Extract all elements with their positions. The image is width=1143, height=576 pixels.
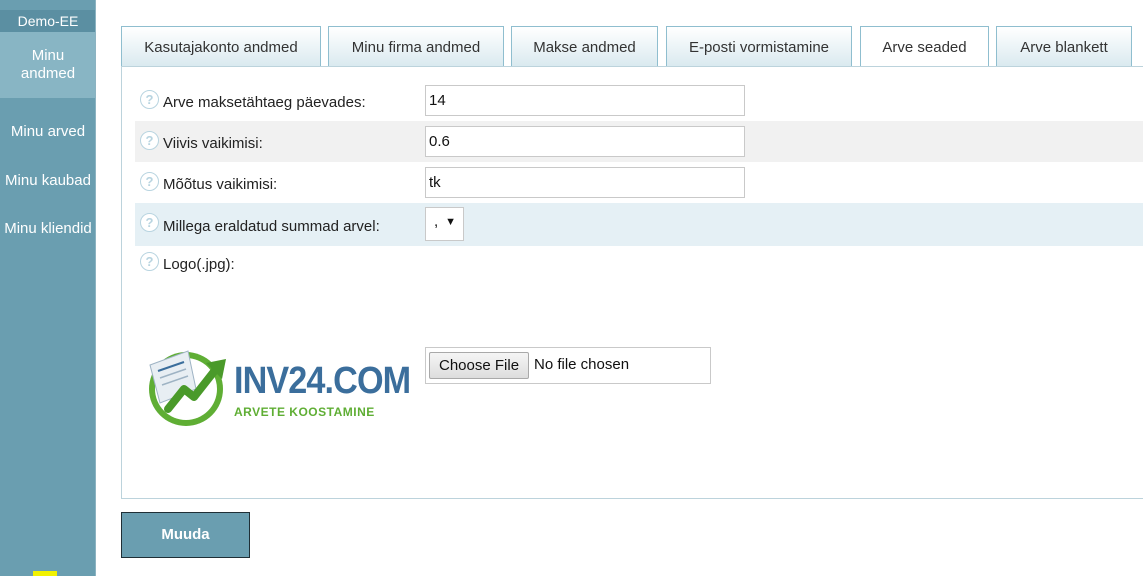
brand-label: Demo-EE bbox=[0, 10, 96, 32]
sidebar-item-label-line1: Minu bbox=[31, 47, 65, 64]
logo-image: INV24.COM ARVETE KOOSTAMINE bbox=[144, 345, 411, 430]
sidebar: Demo-EE Minu andmed Minu arved Minu kaub… bbox=[0, 0, 96, 576]
submit-button[interactable]: Muuda bbox=[121, 512, 250, 558]
separator-value: , bbox=[434, 213, 439, 230]
tab-makse-andmed[interactable]: Makse andmed bbox=[511, 26, 658, 67]
unit-label: Mõõtus vaikimisi: bbox=[163, 176, 278, 193]
sidebar-item-minu-arved[interactable]: Minu arved bbox=[0, 123, 96, 141]
file-status-text: No file chosen bbox=[534, 356, 630, 373]
tab-kasutajakonto-andmed[interactable]: Kasutajakonto andmed bbox=[121, 26, 321, 67]
payment-term-input[interactable]: 14 bbox=[425, 85, 745, 116]
tab-bar: Kasutajakonto andmed Minu firma andmed M… bbox=[121, 26, 1143, 68]
help-icon[interactable]: ? bbox=[140, 172, 159, 191]
help-icon[interactable]: ? bbox=[140, 213, 159, 232]
logo-graphic-icon bbox=[149, 350, 226, 426]
separator-select[interactable]: , ▼ bbox=[425, 207, 464, 241]
separator-label: Millega eraldatud summad arvel: bbox=[163, 218, 380, 235]
tab-arve-seaded[interactable]: Arve seaded bbox=[860, 26, 989, 68]
help-icon[interactable]: ? bbox=[140, 131, 159, 150]
choose-file-button[interactable]: Choose File bbox=[429, 352, 530, 379]
sidebar-item-label-line2: andmed bbox=[20, 65, 76, 82]
sidebar-item-minu-kaubad[interactable]: Minu kaubad bbox=[0, 172, 96, 190]
tab-minu-firma-andmed[interactable]: Minu firma andmed bbox=[328, 26, 504, 67]
penalty-label: Viivis vaikimisi: bbox=[163, 135, 263, 152]
logo-label: Logo(.jpg): bbox=[163, 256, 235, 273]
help-icon[interactable]: ? bbox=[140, 252, 159, 271]
penalty-input[interactable]: 0.6 bbox=[425, 126, 745, 157]
logo-subtext: ARVETE KOOSTAMINE bbox=[234, 405, 375, 419]
sidebar-item-minu-kliendid[interactable]: Minu kliendid bbox=[0, 220, 96, 238]
logo-file-input[interactable]: Choose File No file chosen bbox=[425, 347, 711, 384]
sidebar-item-minu-andmed[interactable]: Minu andmed bbox=[0, 32, 96, 98]
help-icon[interactable]: ? bbox=[140, 90, 159, 109]
logo-text: INV24.COM bbox=[234, 360, 411, 402]
tab-e-posti-vormistamine[interactable]: E-posti vormistamine bbox=[666, 26, 852, 67]
chevron-down-icon: ▼ bbox=[445, 216, 456, 228]
sidebar-divider bbox=[95, 0, 96, 576]
payment-term-label: Arve maksetähtaeg päevades: bbox=[163, 94, 366, 111]
status-marker bbox=[33, 571, 57, 576]
unit-input[interactable]: tk bbox=[425, 167, 745, 198]
tab-arve-blankett[interactable]: Arve blankett bbox=[996, 26, 1132, 67]
